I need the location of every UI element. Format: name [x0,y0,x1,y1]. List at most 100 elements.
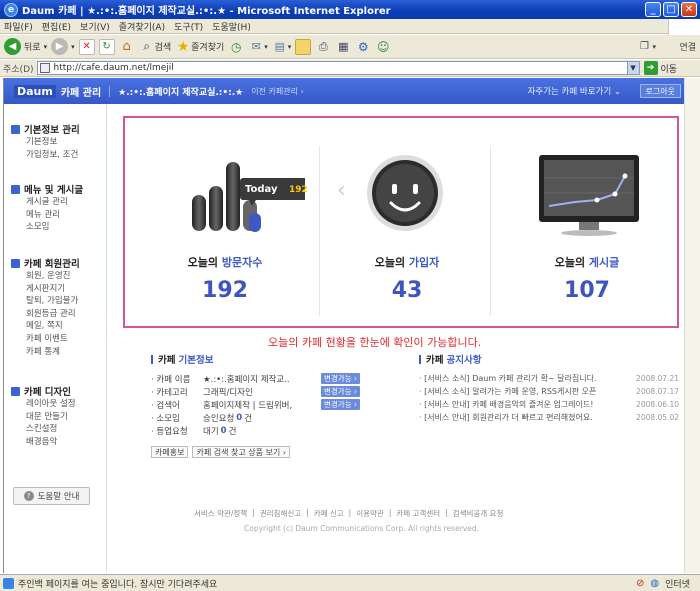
home-icon: ⌂ [122,39,131,54]
history-button[interactable]: ◷ [228,39,244,55]
sidebar-item-withdraw[interactable]: 탈퇴, 가입불가 [26,295,80,308]
menu-tools[interactable]: 도구(T) [174,20,203,33]
settings-button[interactable]: ⚙ [355,39,371,55]
sidebar-section-design: 카페 디자인 레이아웃 설정 대문 만들기 스킨설정 배경음악 [11,384,76,448]
search-icon: ⌕ [143,39,150,53]
minimize-button[interactable]: _ [645,2,661,17]
cafe-shortcut-dropdown[interactable]: 자주가는 카페 바로가기 ⌄ [528,85,621,97]
prev-mgmt-link[interactable]: 이전 카페관리 › [251,86,303,97]
signups-count: 43 [391,278,423,303]
sidebar-item-join-info[interactable]: 가입정보, 조건 [26,149,80,162]
footer-link-policy[interactable]: 서비스 약관/정책 [194,508,247,519]
page-icon [39,63,50,73]
visitors-label: 오늘의 방문자수 [187,256,263,269]
change-category-button[interactable]: 변경가능 › [321,386,360,397]
menu-view[interactable]: 보기(V) [80,20,110,33]
history-icon: ◷ [231,39,242,54]
window-title: Daum 카페 | ★.:•:.홈페이지 제작교실.:•:.★ - Micros… [22,6,391,17]
home-button[interactable]: ⌂ [119,39,135,55]
monitor-chart-icon [539,155,639,236]
status-bar: 주인백 페이지를 여는 중입니다. 잠시만 기다려주세요 ⊘ ◍ 인터넷 [0,574,700,591]
refresh-icon: ↻ [98,38,115,55]
sidebar-section-basic: 기본정보 관리 기본정보 가입정보, 조건 [11,122,80,161]
smiley-icon [367,155,443,231]
go-arrow-icon: ➔ [643,61,658,75]
search-button[interactable]: ⌕ 검색 [139,39,171,55]
address-bar: 주소(D) http://cafe.daum.net/lmejil ▼ ➔ 이동 [0,60,700,77]
mail-button[interactable]: ✉ ▾ [248,39,268,55]
change-name-button[interactable]: 변경가능 › [321,373,360,384]
refresh-button[interactable]: ↻ [98,38,115,55]
today-label: Today [245,184,278,195]
sidebar-item-members[interactable]: 회원, 운영진 [26,270,80,283]
notice-item[interactable]: · [서비스 안내] 카페 배경음악의 즐겨운 업그레이드! 2008.06.10 [419,398,679,411]
address-dropdown[interactable]: ▼ [626,62,639,74]
menu-file[interactable]: 파일(F) [4,20,33,33]
signups-label: 오늘의 가입자 [374,256,440,269]
address-input[interactable]: http://cafe.daum.net/lmejil ▼ [36,61,640,75]
info-row-keywords: · 검색어 홈페이지제작 | 드림위버, 변경가능 › [151,398,391,411]
maximize-button[interactable]: □ [663,2,679,17]
popup-blocked-icon[interactable]: ⊘ [636,578,644,589]
sidebar-item-bgm[interactable]: 배경음악 [26,436,76,449]
sidebar-item-basic-info[interactable]: 기본정보 [26,136,80,149]
sidebar-item-events[interactable]: 카페 이벤트 [26,333,80,346]
cafe-name[interactable]: ★.:•:.홈페이지 제작교실.:•:.★ [118,85,243,98]
menu-help[interactable]: 도움말(H) [212,20,251,33]
sidebar-item-skin[interactable]: 스킨설정 [26,423,76,436]
sidebar-item-stats[interactable]: 카페 통계 [26,346,80,359]
help-button[interactable]: ? 도움말 안내 [13,487,90,505]
sidebar-item-board-keepers[interactable]: 게시판지기 [26,283,80,296]
basic-info-icon [11,124,20,134]
cafe-promo-button[interactable]: 카페홍보 [151,446,189,458]
footer-link-report-rights[interactable]: 권리침해신고 [260,508,301,519]
favorites-button[interactable]: ★ 즐겨찾기 [175,39,224,55]
notice-item[interactable]: · [서비스 소식] Daum 카페 관리가 확~ 달라집니다. 2008.07.… [419,372,679,385]
cafe-mgmt-title[interactable]: 카페 관리 [61,84,101,99]
print-button[interactable]: ⎙ [315,39,331,55]
back-button[interactable]: ◀ 뒤로 ▾ [4,38,47,55]
sidebar-item-mail[interactable]: 메일, 쪽지 [26,320,80,333]
links-button[interactable]: ❐ ▾ [636,39,656,55]
menu-edit[interactable]: 편집(E) [42,20,71,33]
sidebar-item-layout[interactable]: 레이아웃 설정 [26,398,76,411]
sidebar-item-grades[interactable]: 회원등급 관리 [26,308,80,321]
notice-item[interactable]: · [서비스 안내] 회원관리가 더 빠르고 편리해졌어요. 2008.05.02 [419,411,679,424]
sidebar-item-groups[interactable]: 소모임 [26,221,83,234]
logout-button[interactable]: 로그아웃 [639,84,681,98]
footer-link-report-cafe[interactable]: 카페 신고 [314,508,344,519]
daum-logo[interactable]: Daum [14,84,56,98]
links-label[interactable]: 연결 [679,40,696,53]
page-footer: 서비스 약관/정책 | 권리침해신고 | 카페 신고 | 이용약관 | 카페 고… [194,508,504,533]
internet-zone-icon: ◍ [650,577,660,589]
group-request-count[interactable]: 0 [236,413,242,423]
stop-button[interactable]: ✕ [78,38,95,55]
today-value: 192 [289,185,308,195]
menu-icon [11,184,20,194]
page-scrollbar[interactable] [684,78,700,573]
menu-bar: 파일(F) 편집(E) 보기(V) 즐겨찾기(A) 도구(T) 도움말(H) [0,19,700,34]
research-button[interactable]: ▦ [335,39,351,55]
sidebar-item-front[interactable]: 대문 만들기 [26,411,76,424]
close-button[interactable]: ✕ [681,2,697,17]
menu-favorites[interactable]: 즐겨찾기(A) [119,20,165,33]
forward-button[interactable]: ▶ ▾ [51,38,75,55]
stat-visitors: Today 192 오늘의 방문자수 192 [125,118,308,326]
copyright: Copyright (c) Daum Communications Corp. … [244,524,479,533]
change-keywords-button[interactable]: 변경가능 › [321,399,360,410]
visitors-chart-icon [192,162,305,232]
edit-button[interactable]: ▤ ▾ [272,39,292,55]
footer-link-search-private[interactable]: 검색비공개 요청 [453,508,504,519]
go-button[interactable]: ➔ 이동 [643,61,677,75]
sidebar-item-posts[interactable]: 게시글 관리 [26,196,83,209]
notice-item[interactable]: · [서비스 소식] 알려가는 카페 운영, RSS게시판 오픈 2008.07.… [419,385,679,398]
footer-link-support[interactable]: 카페 고객센터 [396,508,440,519]
footer-link-terms[interactable]: 이용약관 [356,508,384,519]
ie-icon: e [4,2,18,17]
levelup-request-count[interactable]: 0 [221,426,227,436]
sidebar-item-menu[interactable]: 메뉴 관리 [26,209,83,222]
folder-button[interactable] [295,38,312,55]
messenger-button[interactable]: ☺ [375,39,391,55]
cafe-search-button[interactable]: 카페 검색 찾고 상품 보기 › [192,446,290,458]
info-row-name: · 카페 이름 ★.:•:.홈페이지 제작교.. 변경가능 › [151,372,391,385]
